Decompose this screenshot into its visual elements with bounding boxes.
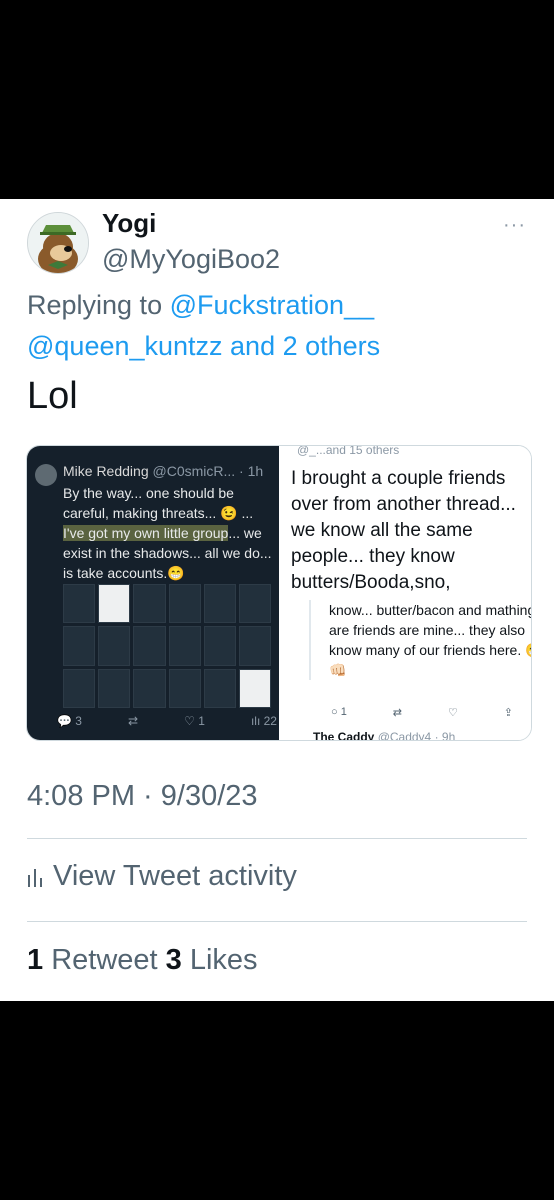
grid-tile: [63, 626, 96, 666]
embedded-avatar: [35, 464, 57, 486]
reply-icon: ○ 1: [331, 706, 347, 718]
grid-tile: [203, 668, 236, 708]
grid-tile: [63, 668, 96, 708]
replying-to: Replying to @Fuckstration__ @queen_kuntz…: [27, 285, 537, 367]
clipped-header: @_...and 15 others: [297, 445, 400, 457]
likes-stat[interactable]: 3 Likes: [166, 944, 258, 976]
embedded-name: Mike Redding: [63, 463, 149, 479]
grid-tile: [63, 584, 96, 624]
right-actions: ○ 1 ⇄ ♡ ⇪: [331, 706, 513, 719]
grid-tile: [98, 668, 131, 708]
reply-count: 1: [340, 706, 347, 718]
user-handle[interactable]: @MyYogiBoo2: [102, 244, 280, 275]
embedded-text-part: By the way... one should be careful, mak…: [63, 485, 254, 521]
engagement-stats: 1 Retweet 3 Likes: [27, 944, 258, 977]
embedded-text: By the way... one should be careful, mak…: [63, 483, 273, 583]
tweet-timestamp[interactable]: 4:08 PM · 9/30/23: [27, 780, 258, 813]
retweets-stat[interactable]: 1 Retweet: [27, 944, 158, 976]
divider: [27, 838, 527, 839]
grid-tile: [203, 626, 236, 666]
grid-tile: [168, 584, 201, 624]
retweet-icon: ⇄: [128, 714, 139, 728]
likes-label: Likes: [189, 944, 258, 976]
view-activity-button[interactable]: View Tweet activity: [27, 860, 297, 893]
grid-tile: [238, 668, 271, 708]
grid-tile: [133, 668, 166, 708]
grid-tile: [238, 584, 271, 624]
grid-tile: [98, 626, 131, 666]
grid-tile: [133, 626, 166, 666]
embedded-header: Mike Redding @C0smicR... · 1h: [63, 463, 263, 479]
replying-prefix: Replying to: [27, 290, 163, 320]
like-count: 1: [198, 714, 205, 728]
like-icon: ♡ 1: [184, 714, 205, 728]
right-text: I brought a couple friends over from ano…: [291, 468, 516, 593]
reply-count: 3: [75, 714, 82, 728]
more-options-icon[interactable]: ···: [503, 214, 526, 237]
yogi-bear-avatar-icon: [28, 213, 88, 273]
likes-count: 3: [165, 944, 182, 976]
bar-chart-icon: [28, 868, 42, 887]
display-name[interactable]: Yogi: [102, 208, 156, 239]
tweet-text: Lol: [27, 375, 78, 417]
grid-tile: [133, 584, 166, 624]
grid-tile: [168, 626, 201, 666]
next-tweet-header: The Caddy @Caddy4 · 9h: [313, 730, 456, 741]
grid-tile: [168, 668, 201, 708]
like-icon: ♡: [447, 707, 458, 719]
grid-tile: [203, 584, 236, 624]
views-count: 22: [263, 714, 277, 728]
activity-label: View Tweet activity: [53, 860, 297, 892]
replying-link-2[interactable]: @queen_kuntzz and 2 others: [27, 331, 380, 361]
media-screenshot-right[interactable]: @_...and 15 others I brought a couple fr…: [279, 446, 531, 740]
divider: [27, 921, 527, 922]
next-name: The Caddy: [313, 730, 375, 741]
share-icon: ⇪: [503, 707, 513, 719]
right-quote: know... butter/bacon and mathingy are fr…: [309, 600, 531, 680]
embedded-handle: @C0smicR... · 1h: [152, 463, 264, 479]
retweet-icon: ⇄: [392, 707, 402, 719]
media-screenshot-left[interactable]: Mike Redding @C0smicR... · 1h By the way…: [27, 446, 279, 740]
reply-icon: 💬 3: [57, 714, 82, 728]
views-icon: ılı 22: [250, 714, 277, 728]
tweet-media[interactable]: Mike Redding @C0smicR... · 1h By the way…: [26, 445, 532, 741]
embedded-text-highlight: I've got my own little group: [63, 525, 229, 541]
embedded-image-grid: [63, 584, 271, 708]
next-handle: @Caddy4 · 9h: [377, 730, 456, 741]
retweets-label: Retweet: [51, 944, 158, 976]
retweets-count: 1: [27, 944, 44, 976]
replying-link-1[interactable]: @Fuckstration__: [170, 290, 375, 320]
profile-avatar[interactable]: [27, 212, 89, 274]
embedded-actions: 💬 3 ⇄ ♡ 1 ılı 22: [57, 714, 277, 728]
grid-tile: [238, 626, 271, 666]
grid-tile: [98, 584, 131, 624]
